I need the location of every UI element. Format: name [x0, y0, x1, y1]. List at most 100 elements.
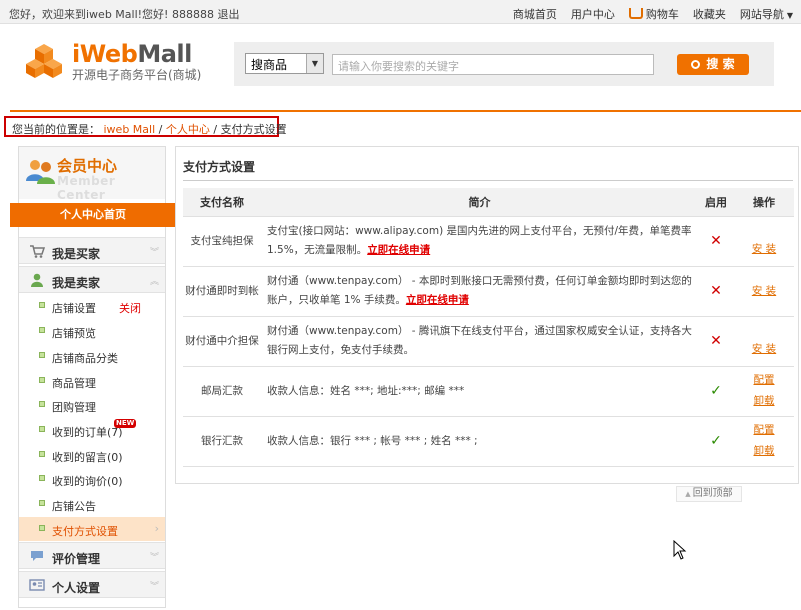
sidebar-item-label: 收到的订单(7) — [52, 426, 123, 439]
sidebar-item-shop-preview[interactable]: 店铺预览 — [19, 319, 165, 343]
search-type-value: 搜商品 — [251, 58, 288, 72]
chevron-down-icon: ▼ — [306, 54, 323, 73]
search-type-select[interactable]: 搜商品 ▼ — [245, 53, 324, 74]
sidebar-section-label: 个人设置 — [52, 581, 101, 595]
sidebar-section-seller[interactable]: 我是卖家 ︽ — [19, 266, 165, 293]
breadcrumb-center-link[interactable]: 个人中心 — [166, 123, 210, 136]
breadcrumb-separator: / — [213, 123, 218, 136]
sidebar-item-inquiries[interactable]: 收到的询价(0) — [19, 467, 165, 491]
install-link[interactable]: 安 装 — [734, 281, 794, 302]
column-header: 支付名称 — [183, 188, 261, 217]
enabled-status-cell: ✓ — [698, 416, 734, 467]
payment-name: 财付通即时到帐 — [183, 266, 261, 317]
uninstall-link[interactable]: 卸载 — [734, 441, 794, 462]
table-row: 支付宝纯担保 支付宝(接口网站：www.alipay.com) 是国内先进的网上… — [183, 216, 794, 267]
sidebar-item-payment-settings[interactable]: 支付方式设置 › — [19, 517, 165, 541]
bullet-icon — [39, 475, 45, 481]
personal-center-home-button[interactable]: 个人中心首页 — [10, 203, 176, 227]
sidebar-item-label: 支付方式设置 — [52, 525, 118, 538]
column-header: 操作 — [734, 188, 794, 217]
sidebar-item-shop-categories[interactable]: 店铺商品分类 — [19, 344, 165, 368]
user-center-link[interactable]: 用户中心 — [571, 6, 615, 22]
chevron-double-down-icon: ︾ — [149, 582, 159, 592]
panel-title: 支付方式设置 — [183, 160, 256, 174]
cross-icon: ✕ — [710, 282, 722, 299]
site-nav-link[interactable]: 网站导航 ▼ — [740, 6, 793, 22]
enabled-status-cell: ✓ — [698, 366, 734, 417]
configure-link[interactable]: 配置 — [734, 370, 794, 391]
configure-link[interactable]: 配置 — [734, 420, 794, 441]
bullet-icon — [39, 525, 45, 531]
uninstall-link[interactable]: 卸载 — [734, 391, 794, 412]
sidebar-item-orders[interactable]: 收到的订单(7) NEW — [19, 418, 165, 442]
payment-description: 收款人信息：银行 *** ; 帐号 *** ; 姓名 *** ; — [267, 434, 478, 447]
payment-description: 收款人信息：姓名 ***; 地址:***; 邮编 *** — [267, 384, 465, 397]
install-link[interactable]: 安 装 — [734, 339, 794, 360]
sidebar-section-buyer[interactable]: 我是买家 ︾ — [19, 237, 165, 264]
bullet-icon — [39, 302, 45, 308]
cart-link[interactable]: 购物车 — [628, 6, 679, 22]
sidebar-item-label: 收到的询价(0) — [52, 475, 123, 488]
back-to-top-button[interactable]: ▲ 回到顶部 — [676, 486, 742, 502]
mall-home-link[interactable]: 商城首页 — [513, 6, 557, 22]
breadcrumb-current: 支付方式设置 — [220, 123, 287, 136]
chevron-down-icon: ▼ — [786, 11, 793, 20]
sidebar-item-label: 商品管理 — [52, 377, 96, 390]
sidebar-item-group-buy[interactable]: 团购管理 — [19, 393, 165, 417]
payment-name: 邮局汇款 — [183, 366, 261, 417]
chevron-double-down-icon: ︾ — [149, 248, 159, 258]
bullet-icon — [39, 377, 45, 383]
sidebar-section-personal[interactable]: 个人设置 ︾ — [19, 571, 165, 598]
sidebar-section-reviews[interactable]: 评价管理 ︾ — [19, 542, 165, 569]
sidebar-item-label: 店铺商品分类 — [52, 352, 118, 365]
sidebar-item-announcements[interactable]: 店铺公告 — [19, 492, 165, 516]
table-row: 财付通中介担保 财付通（www.tenpay.com） - 腾讯旗下在线支付平台… — [183, 316, 794, 367]
cart-icon — [628, 8, 643, 19]
apply-online-link[interactable]: 立即在线申请 — [367, 244, 430, 256]
payment-desc-cell: 财付通（www.tenpay.com） - 本即时到账接口无需预付费，任何订单金… — [261, 266, 698, 317]
logo-cubes-icon — [26, 44, 62, 78]
logo-title[interactable]: iWebMall — [72, 40, 192, 68]
sidebar-item-label: 店铺公告 — [52, 500, 96, 513]
column-header: 启用 — [698, 188, 734, 217]
breadcrumb-home-link[interactable]: iweb Mall — [104, 123, 156, 136]
payment-desc-cell: 收款人信息：银行 *** ; 帐号 *** ; 姓名 *** ; — [261, 416, 698, 467]
header-divider — [10, 110, 801, 112]
favorites-link[interactable]: 收藏夹 — [693, 6, 726, 22]
chevron-double-up-icon: ︽ — [149, 277, 159, 287]
operations-cell: 安 装 — [734, 216, 794, 267]
search-button[interactable]: 搜 索 — [677, 54, 749, 75]
bullet-icon — [39, 327, 45, 333]
bullet-icon — [39, 401, 45, 407]
search-input[interactable]: 请输入你要搜索的关键字 — [332, 54, 654, 75]
breadcrumb-prefix: 您当前的位置是： — [12, 123, 100, 136]
payment-description: 财付通（www.tenpay.com） - 腾讯旗下在线支付平台，通过国家权威安… — [267, 325, 692, 356]
table-row: 财付通即时到帐 财付通（www.tenpay.com） - 本即时到账接口无需预… — [183, 266, 794, 317]
members-icon — [26, 160, 55, 184]
payment-description: 支付宝(接口网站：www.alipay.com) 是国内先进的网上支付平台，无预… — [267, 225, 692, 256]
chevron-right-icon: › — [154, 522, 159, 535]
payment-description: 财付通（www.tenpay.com） - 本即时到账接口无需预付费，任何订单金… — [267, 275, 692, 306]
payment-desc-cell: 收款人信息：姓名 ***; 地址:***; 邮编 *** — [261, 366, 698, 417]
shop-close-link[interactable]: 关闭 — [119, 300, 141, 316]
breadcrumb-separator: / — [158, 123, 163, 136]
seller-icon — [31, 273, 43, 287]
cart-label: 购物车 — [645, 8, 679, 21]
breadcrumb: 您当前的位置是： iweb Mall / 个人中心 / 支付方式设置 — [4, 116, 287, 137]
install-link[interactable]: 安 装 — [734, 239, 794, 260]
sidebar-section-label: 评价管理 — [52, 552, 101, 566]
profile-card-icon — [29, 579, 45, 591]
sidebar-item-products[interactable]: 商品管理 — [19, 369, 165, 393]
payment-desc-cell: 财付通（www.tenpay.com） - 腾讯旗下在线支付平台，通过国家权威安… — [261, 316, 698, 367]
sidebar-item-shop-settings[interactable]: 店铺设置 关闭 — [19, 294, 165, 318]
enabled-status-cell: ✕ — [698, 266, 734, 317]
payment-name: 银行汇款 — [183, 416, 261, 467]
sidebar-item-label: 收到的留言(0) — [52, 451, 123, 464]
sidebar-item-messages[interactable]: 收到的留言(0) — [19, 443, 165, 467]
apply-online-link[interactable]: 立即在线申请 — [406, 294, 469, 306]
comment-icon — [31, 551, 43, 561]
column-header: 简介 — [261, 188, 698, 217]
table-row: 邮局汇款 收款人信息：姓名 ***; 地址:***; 邮编 *** ✓ 配置 卸载 — [183, 366, 794, 417]
bullet-icon — [39, 426, 45, 432]
search-button-label: 搜 索 — [706, 57, 735, 71]
